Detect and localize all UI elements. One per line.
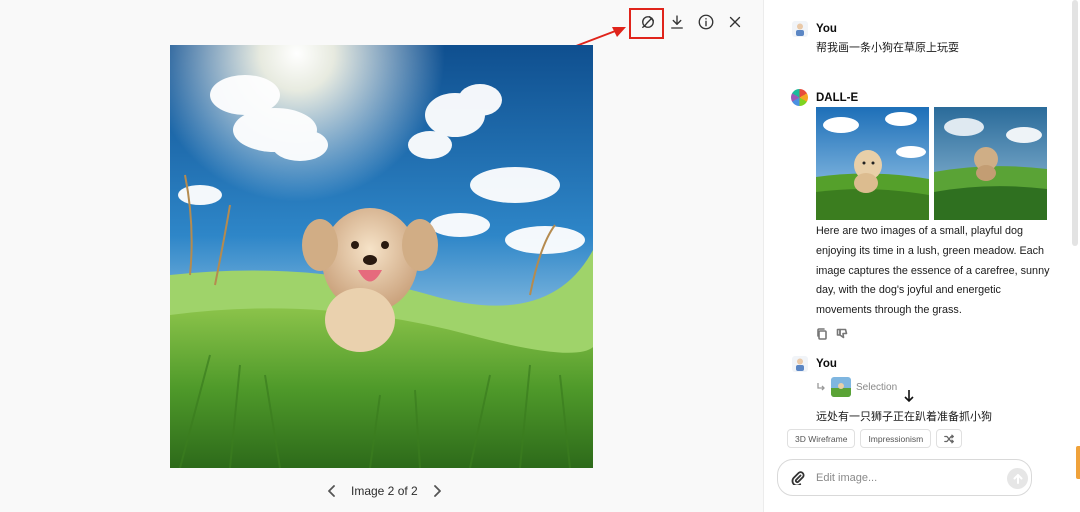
- thumbnail-image-2[interactable]: [934, 107, 1047, 220]
- message-author: You: [816, 23, 837, 35]
- next-image-button[interactable]: [430, 484, 444, 498]
- message-text: Here are two images of a small, playful …: [816, 225, 1050, 317]
- message-header-user: You: [792, 21, 837, 37]
- selection-reference[interactable]: Selection: [816, 377, 897, 397]
- message-author: DALL-E: [816, 91, 859, 104]
- previous-image-button[interactable]: [325, 484, 339, 498]
- thumbs-down-button[interactable]: [836, 327, 848, 345]
- send-button[interactable]: [1007, 468, 1028, 489]
- message-actions: [816, 327, 848, 345]
- attach-button[interactable]: [783, 470, 813, 485]
- annotation-highlight-box: [629, 8, 664, 39]
- shuffle-icon: [944, 434, 955, 443]
- download-button[interactable]: [663, 10, 691, 34]
- message-author: You: [816, 358, 837, 370]
- user-avatar: [792, 356, 808, 372]
- arrow-up-icon: [1013, 473, 1022, 484]
- close-button[interactable]: [721, 10, 749, 34]
- message-header-dalle: DALL-E: [791, 89, 858, 106]
- style-chips: 3D Wireframe Impressionism: [787, 429, 963, 448]
- dalle-avatar: [791, 89, 808, 106]
- thumbs-down-icon: [836, 328, 848, 339]
- close-icon: [729, 16, 741, 28]
- info-button[interactable]: [692, 10, 720, 34]
- image-viewer: Image 2 of 2: [0, 0, 763, 512]
- thumbnail-image-1[interactable]: [816, 107, 929, 220]
- pager-label: Image 2 of 2: [351, 484, 418, 498]
- edit-image-input[interactable]: [816, 471, 986, 484]
- info-icon: [698, 14, 714, 30]
- generated-image: [170, 45, 593, 468]
- chat-scrollbar[interactable]: [1072, 0, 1078, 246]
- chip-impressionism[interactable]: Impressionism: [860, 429, 932, 448]
- message-text: 远处有一只狮子正在趴着准备抓小狗: [816, 411, 992, 423]
- chevron-left-icon: [328, 485, 335, 497]
- image-pager: Image 2 of 2: [325, 481, 444, 501]
- chevron-right-icon: [433, 485, 441, 497]
- message-text: 帮我画一条小狗在草原上玩耍: [816, 42, 959, 54]
- reply-arrow-icon: [817, 383, 825, 391]
- download-icon: [671, 15, 683, 29]
- arrow-down-icon: [904, 390, 914, 403]
- shuffle-button[interactable]: [936, 429, 963, 448]
- user-avatar: [792, 21, 808, 37]
- edge-tab[interactable]: [1076, 446, 1080, 479]
- copy-icon: [817, 328, 827, 340]
- paperclip-icon: [791, 470, 805, 485]
- chip-3d-wireframe[interactable]: 3D Wireframe: [787, 429, 856, 448]
- copy-button[interactable]: [816, 327, 828, 345]
- selection-label: Selection: [856, 381, 898, 393]
- message-header-user: You: [792, 356, 837, 372]
- selection-thumbnail: [831, 377, 851, 397]
- edit-image-input-box: [777, 459, 1032, 496]
